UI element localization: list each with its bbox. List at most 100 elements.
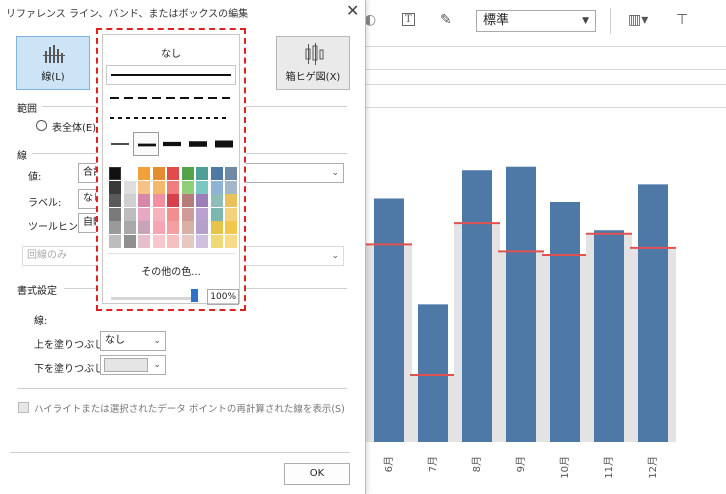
- color-swatch[interactable]: [210, 167, 223, 180]
- color-swatch[interactable]: [225, 180, 237, 194]
- color-swatch[interactable]: [138, 221, 150, 234]
- divider: [107, 253, 235, 254]
- boxplot-type-button[interactable]: 箱ヒゲ図(X): [276, 36, 350, 90]
- line-weight-option[interactable]: [107, 132, 133, 156]
- solid-line-option[interactable]: [106, 65, 236, 85]
- chevron-down-icon: ⌄: [331, 168, 339, 178]
- line-only-text: 回線のみ: [27, 250, 67, 261]
- bar[interactable]: [506, 166, 536, 443]
- color-swatch[interactable]: [152, 194, 165, 207]
- color-swatch[interactable]: [225, 167, 237, 180]
- bar[interactable]: [374, 198, 404, 442]
- line-weight-option[interactable]: [211, 132, 237, 156]
- color-swatch[interactable]: [196, 207, 208, 221]
- color-swatch[interactable]: [152, 234, 165, 248]
- color-swatch[interactable]: [152, 207, 165, 221]
- color-swatch[interactable]: [109, 194, 121, 207]
- view-size-select[interactable]: 標準 ▼: [476, 10, 596, 32]
- close-icon[interactable]: ✕: [346, 1, 359, 20]
- color-swatch[interactable]: [109, 207, 121, 221]
- color-swatch[interactable]: [152, 180, 165, 194]
- bar[interactable]: [550, 202, 580, 442]
- color-swatch[interactable]: [138, 207, 150, 221]
- color-swatch[interactable]: [225, 207, 237, 221]
- more-colors-link[interactable]: その他の色...: [103, 263, 239, 278]
- chevron-down-icon: ⌄: [331, 251, 339, 261]
- color-swatch[interactable]: [196, 194, 208, 207]
- color-swatch[interactable]: [109, 167, 121, 180]
- entire-table-radio[interactable]: [36, 120, 47, 131]
- color-swatch[interactable]: [123, 167, 136, 180]
- color-swatch[interactable]: [225, 234, 237, 248]
- highlight-recalc-checkbox[interactable]: [18, 402, 29, 413]
- text-icon[interactable]: T: [402, 13, 415, 26]
- color-swatch[interactable]: [123, 180, 136, 194]
- color-swatch[interactable]: [167, 167, 179, 180]
- line-type-button[interactable]: 線(L): [16, 36, 90, 90]
- color-swatch[interactable]: [181, 221, 194, 234]
- color-swatch[interactable]: [196, 180, 208, 194]
- color-swatch[interactable]: [152, 167, 165, 180]
- color-swatch[interactable]: [109, 234, 121, 248]
- color-swatch[interactable]: [181, 194, 194, 207]
- color-swatch[interactable]: [109, 180, 121, 194]
- color-swatch[interactable]: [225, 221, 237, 234]
- color-swatch[interactable]: [196, 221, 208, 234]
- opacity-slider-thumb[interactable]: [191, 289, 198, 302]
- line-weight-option[interactable]: [159, 132, 185, 156]
- line-type-icon: [43, 45, 65, 63]
- color-swatch[interactable]: [196, 234, 208, 248]
- divider: [10, 452, 350, 453]
- color-swatch[interactable]: [225, 194, 237, 207]
- bar[interactable]: [638, 184, 668, 442]
- color-swatch[interactable]: [210, 194, 223, 207]
- chart-bars-icon[interactable]: ▥▾: [628, 12, 648, 28]
- ok-button[interactable]: OK: [284, 463, 350, 485]
- color-swatch[interactable]: [167, 194, 179, 207]
- opacity-value[interactable]: 100%: [207, 289, 239, 305]
- color-swatch[interactable]: [123, 221, 136, 234]
- color-swatch[interactable]: [167, 221, 179, 234]
- color-swatch[interactable]: [210, 221, 223, 234]
- rows-shelf[interactable]: [358, 84, 726, 108]
- columns-shelf[interactable]: [358, 46, 726, 70]
- line-section-title: 線: [17, 151, 27, 162]
- label-label: ラベル:: [28, 198, 62, 209]
- color-swatch[interactable]: [138, 180, 150, 194]
- color-swatch[interactable]: [210, 234, 223, 248]
- x-tick-label: 9月: [515, 456, 527, 472]
- color-swatch[interactable]: [167, 180, 179, 194]
- line-weight-option[interactable]: [185, 132, 211, 156]
- color-swatch[interactable]: [181, 167, 194, 180]
- boxplot-icon: [305, 43, 324, 65]
- bar-chart: 6月 7月 8月 9月 10月 11月 12月: [366, 166, 676, 479]
- color-swatch[interactable]: [123, 234, 136, 248]
- dashed-line-option[interactable]: [106, 89, 236, 109]
- color-swatch[interactable]: [152, 221, 165, 234]
- color-swatch[interactable]: [138, 194, 150, 207]
- color-swatch[interactable]: [210, 207, 223, 221]
- opacity-slider-track[interactable]: [111, 297, 197, 300]
- fill-above-select[interactable]: なし ⌄: [100, 331, 166, 351]
- bar[interactable]: [418, 304, 448, 442]
- color-swatch[interactable]: [138, 234, 150, 248]
- color-swatch[interactable]: [109, 221, 121, 234]
- bar[interactable]: [462, 170, 492, 442]
- color-swatch[interactable]: [181, 207, 194, 221]
- color-swatch[interactable]: [123, 207, 136, 221]
- color-swatch[interactable]: [181, 234, 194, 248]
- x-tick-label: 10月: [559, 456, 571, 479]
- presentation-icon[interactable]: ⊤: [676, 12, 688, 28]
- dotted-line-option[interactable]: [106, 109, 236, 129]
- color-swatch[interactable]: [123, 194, 136, 207]
- color-swatch[interactable]: [210, 180, 223, 194]
- color-swatch[interactable]: [167, 207, 179, 221]
- bar[interactable]: [594, 230, 624, 442]
- color-swatch[interactable]: [181, 180, 194, 194]
- color-swatch[interactable]: [167, 234, 179, 248]
- pin-icon[interactable]: ✎: [440, 12, 452, 28]
- color-swatch[interactable]: [196, 167, 208, 180]
- line-weight-option[interactable]: [133, 132, 159, 156]
- color-swatch[interactable]: [138, 167, 150, 180]
- no-line-option[interactable]: なし: [103, 45, 239, 60]
